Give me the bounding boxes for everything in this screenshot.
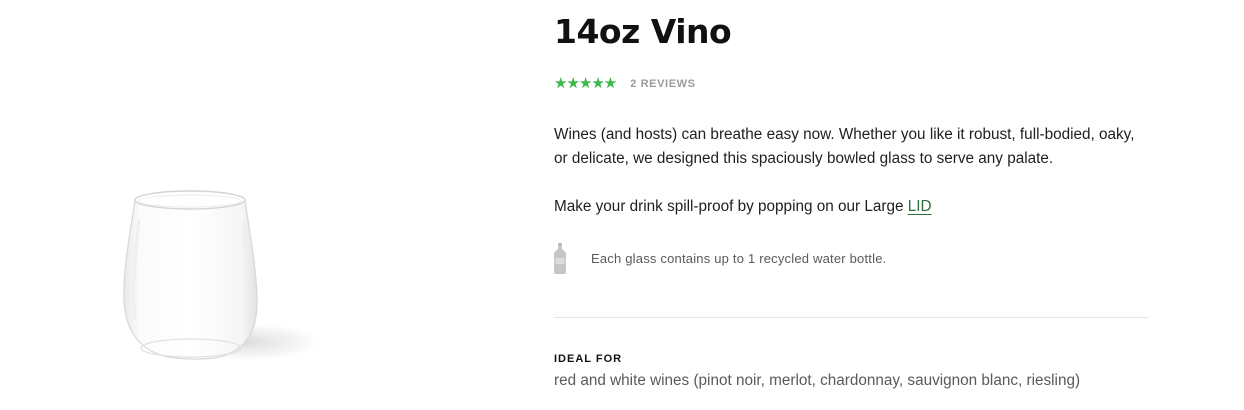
reviews-link[interactable]: 2 REVIEWS [630, 78, 695, 90]
product-description: Wines (and hosts) can breathe easy now. … [554, 126, 1135, 167]
recycle-note: Each glass contains up to 1 recycled wat… [591, 251, 887, 266]
wine-glass-image [123, 190, 327, 362]
recycle-note-row: Each glass contains up to 1 recycled wat… [554, 243, 886, 274]
ideal-for-text: red and white wines (pinot noir, merlot,… [554, 372, 1081, 389]
lid-link[interactable]: LID [908, 198, 932, 215]
lid-upsell: Make your drink spill-proof by popping o… [554, 195, 932, 219]
lid-upsell-text: Make your drink spill-proof by popping o… [554, 198, 908, 215]
product-image[interactable] [95, 170, 355, 380]
star-rating-filled-icons: ★★★★★ [554, 76, 617, 91]
water-bottle-icon [554, 243, 566, 274]
product-page: 14oz Vino ★★★★★ ★★★★★ 2 REVIEWS Wines (a… [0, 0, 1244, 410]
ideal-for-heading: IDEAL FOR [554, 353, 623, 365]
rating-row: ★★★★★ ★★★★★ 2 REVIEWS [554, 76, 696, 91]
star-rating[interactable]: ★★★★★ ★★★★★ [554, 76, 617, 91]
product-title: 14oz Vino [554, 12, 732, 51]
divider [554, 317, 1149, 318]
